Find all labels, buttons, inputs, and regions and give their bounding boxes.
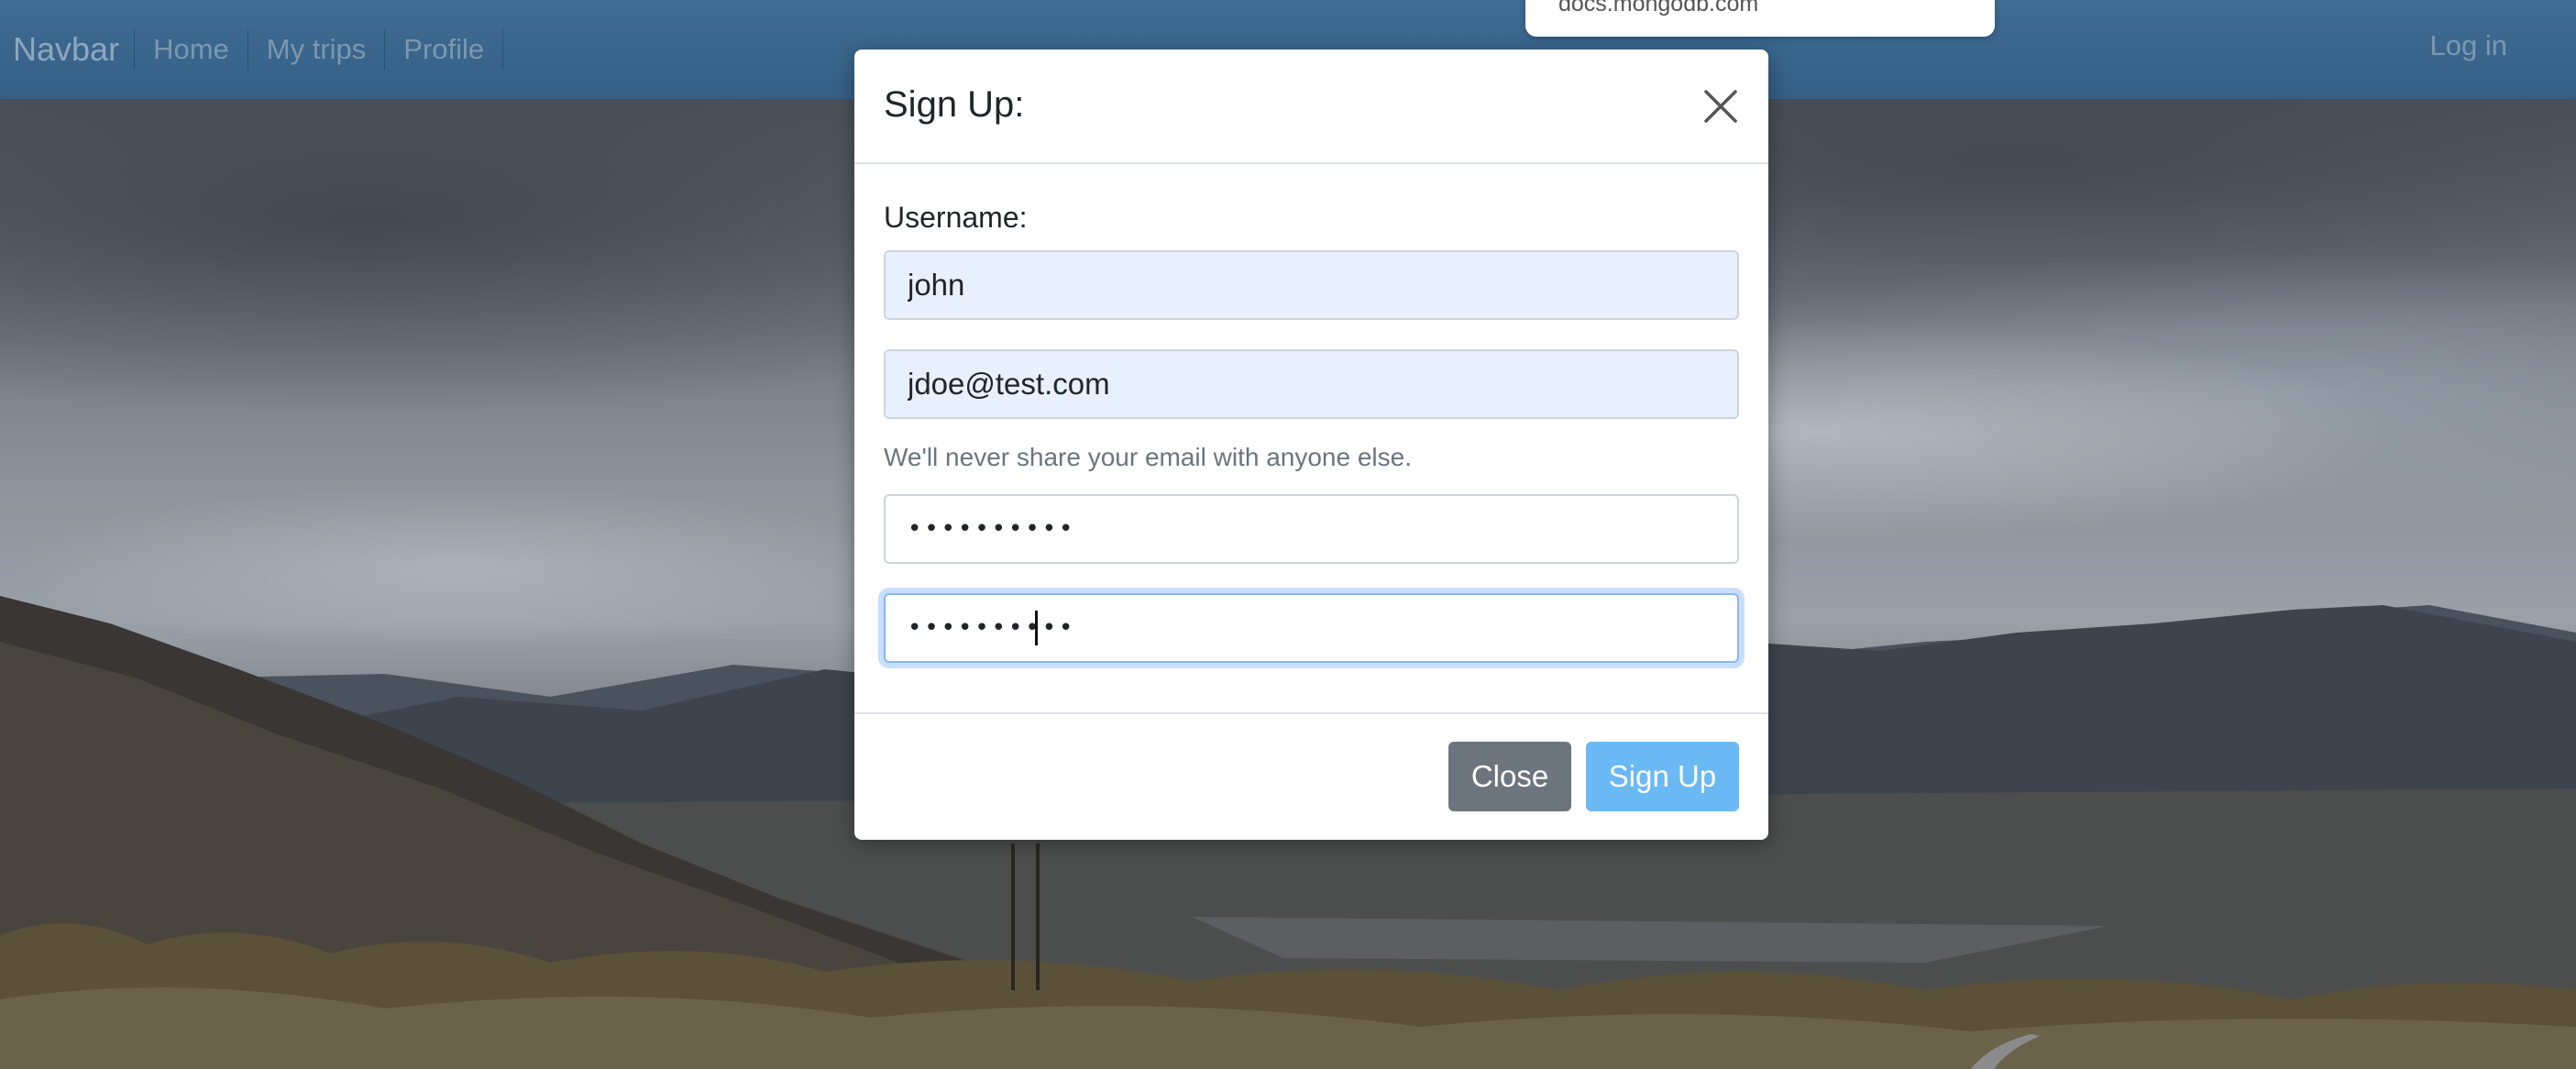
- username-label: Username:: [884, 201, 1028, 234]
- modal-body: Username: We'll never share your email w…: [854, 164, 1768, 714]
- confirm-password-input[interactable]: [884, 593, 1739, 663]
- modal-header: Sign Up:: [854, 50, 1768, 164]
- signup-modal: Sign Up: Username: We'll never share you…: [854, 50, 1768, 840]
- browser-url-suggestion-popup[interactable]: docs.mongodb.com: [1525, 0, 1995, 37]
- nav-login-link[interactable]: Log in: [2430, 29, 2507, 62]
- password-input[interactable]: [884, 494, 1739, 564]
- nav-link-my-trips[interactable]: My trips: [247, 29, 385, 70]
- close-button[interactable]: Close: [1448, 742, 1571, 811]
- email-help-text: We'll never share your email with anyone…: [884, 443, 1412, 471]
- text-caret: [1035, 611, 1038, 645]
- close-icon[interactable]: [1701, 86, 1741, 127]
- username-input[interactable]: [884, 250, 1739, 320]
- signup-button[interactable]: Sign Up: [1586, 742, 1739, 811]
- url-suggestion-text[interactable]: docs.mongodb.com: [1558, 0, 1758, 16]
- nav-link-home[interactable]: Home: [134, 29, 248, 70]
- nav-divider: [502, 29, 504, 70]
- nav-link-profile[interactable]: Profile: [384, 29, 502, 70]
- modal-title: Sign Up:: [884, 84, 1025, 125]
- email-input[interactable]: [884, 349, 1739, 419]
- modal-footer: Close Sign Up: [854, 714, 1768, 838]
- navbar-brand[interactable]: Navbar: [13, 30, 119, 69]
